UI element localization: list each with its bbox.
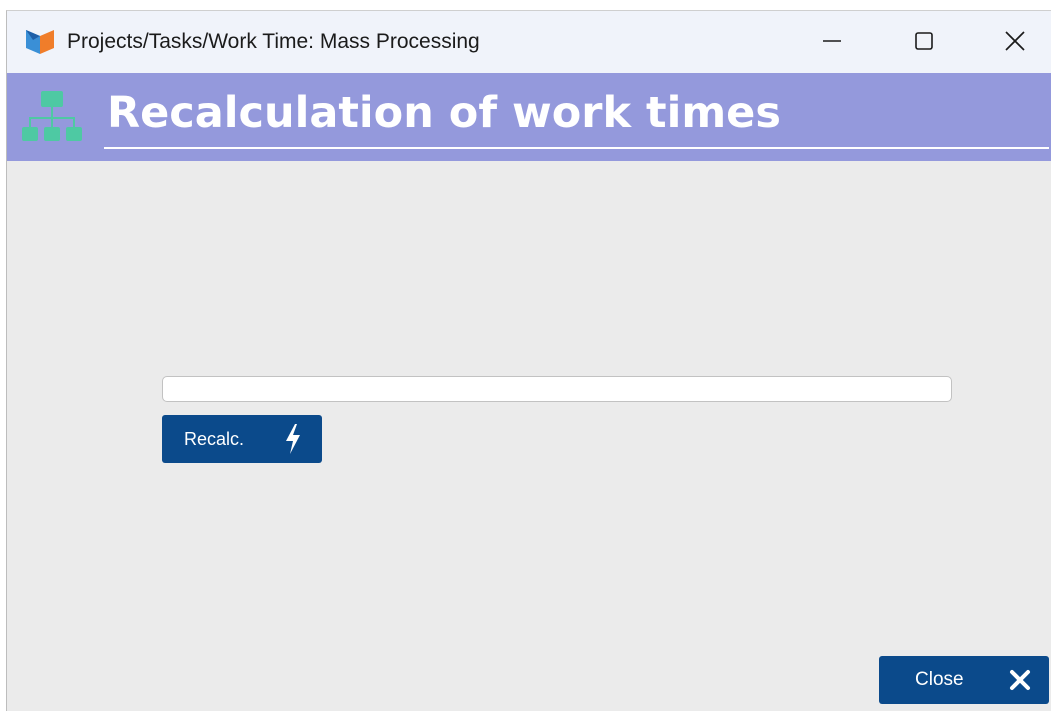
- minimize-icon: [823, 40, 841, 42]
- title-underline: [104, 147, 1049, 149]
- window-close-button[interactable]: [993, 21, 1037, 61]
- page-title: Recalculation of work times: [107, 88, 781, 138]
- maximize-icon: [915, 32, 933, 50]
- close-icon: [1005, 31, 1025, 51]
- header-banner: Recalculation of work times: [7, 73, 1051, 161]
- minimize-button[interactable]: [810, 21, 854, 61]
- title-bar[interactable]: Projects/Tasks/Work Time: Mass Processin…: [7, 11, 1051, 73]
- close-button-label: Close: [915, 669, 964, 690]
- maximize-button[interactable]: [902, 21, 946, 61]
- close-button[interactable]: Close: [879, 656, 1049, 704]
- window-title: Projects/Tasks/Work Time: Mass Processin…: [67, 30, 480, 53]
- recalc-button[interactable]: Recalc.: [162, 415, 322, 463]
- dialog-window: Projects/Tasks/Work Time: Mass Processin…: [6, 10, 1051, 711]
- hierarchy-icon: [22, 91, 82, 141]
- progress-bar: [162, 376, 952, 402]
- recalc-button-label: Recalc.: [184, 429, 245, 449]
- app-logo-icon: [26, 30, 54, 54]
- close-x-icon: [1010, 670, 1030, 690]
- lightning-icon: [286, 424, 300, 454]
